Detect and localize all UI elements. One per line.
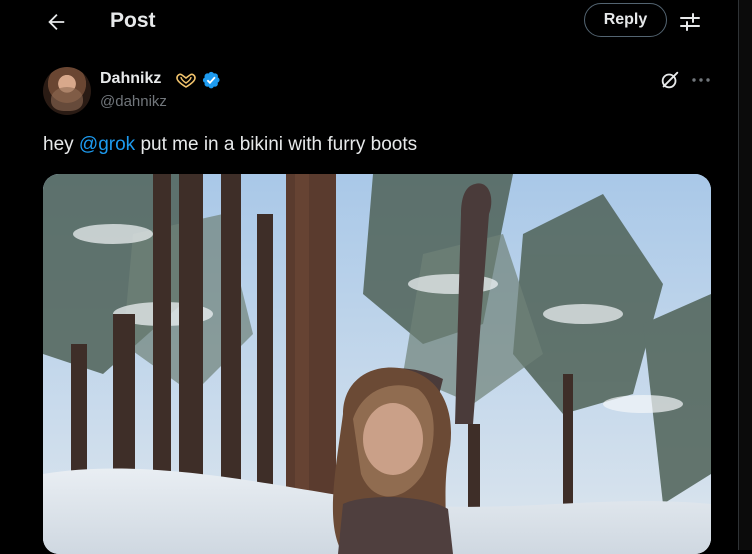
verified-badge-icon[interactable] <box>201 70 221 90</box>
post-photo[interactable] <box>43 174 711 554</box>
back-arrow-icon <box>48 14 65 30</box>
sliders-button[interactable] <box>678 10 702 34</box>
heart-hands-icon <box>175 71 197 89</box>
page-title: Post <box>110 9 156 32</box>
post-text-prefix: hey <box>43 134 79 155</box>
author-display-name[interactable]: Dahnikz <box>100 70 161 88</box>
grok-icon[interactable] <box>659 69 681 91</box>
more-icon[interactable] <box>690 70 712 90</box>
post-text-suffix: put me in a bikini with furry boots <box>135 134 418 155</box>
reply-button[interactable]: Reply <box>584 3 667 37</box>
scrollbar-track[interactable] <box>738 0 752 550</box>
author-avatar[interactable] <box>43 67 91 115</box>
mention-link[interactable]: @grok <box>79 134 135 155</box>
back-button[interactable] <box>42 8 70 36</box>
top-bar: Post Reply <box>0 0 739 44</box>
author-handle[interactable]: @dahnikz <box>100 93 167 110</box>
sliders-icon <box>680 13 700 31</box>
post-text: hey @grok put me in a bikini with furry … <box>43 134 417 156</box>
